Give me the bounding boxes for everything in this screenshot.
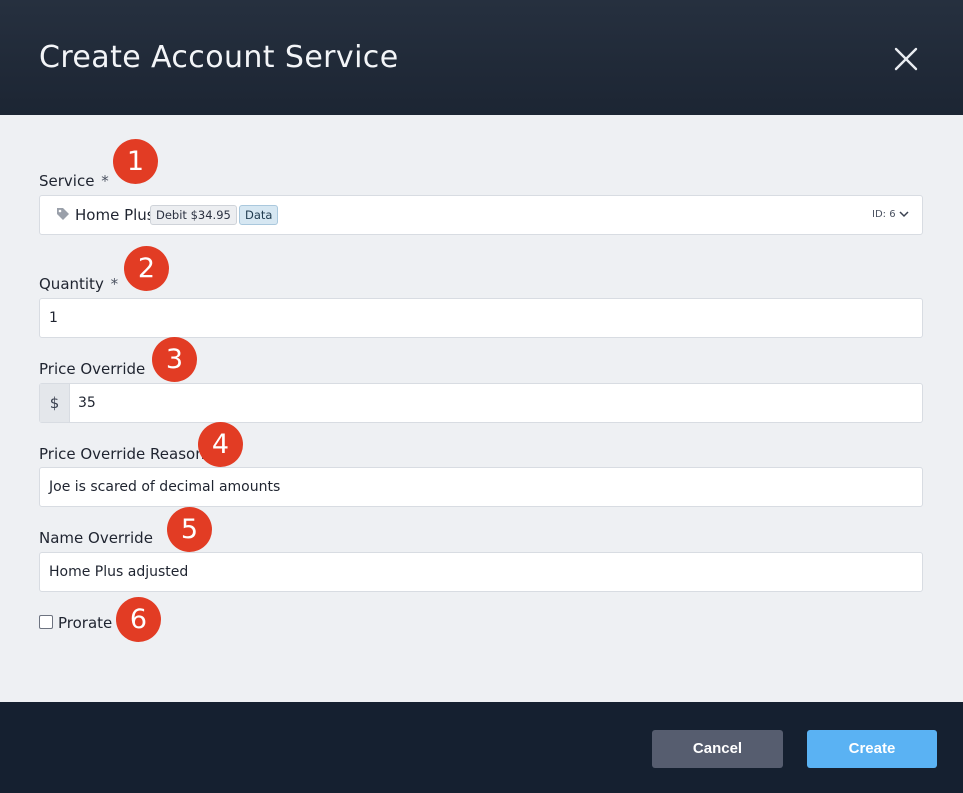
service-select[interactable]: Home Plus Debit $34.95 Data ID: 6 [39, 195, 923, 235]
currency-prefix: $ [40, 384, 70, 422]
close-button[interactable] [888, 41, 924, 77]
quantity-required-mark: * [110, 275, 119, 293]
name-override-input[interactable]: Home Plus adjusted [39, 552, 923, 592]
annotation-marker-3: 3 [152, 337, 197, 382]
prorate-checkbox[interactable] [39, 615, 53, 629]
quantity-value: 1 [49, 310, 58, 326]
price-override-input[interactable]: $ 35 [39, 383, 923, 423]
annotation-marker-5: 5 [167, 507, 212, 552]
price-override-reason-input[interactable]: Joe is scared of decimal amounts [39, 467, 923, 507]
chevron-down-icon[interactable] [899, 209, 909, 219]
cancel-button[interactable]: Cancel [652, 730, 783, 768]
service-id: ID: 6 [872, 209, 896, 220]
annotation-marker-1: 1 [113, 139, 158, 184]
service-name: Home Plus [75, 206, 155, 224]
debit-badge: Debit $34.95 [150, 205, 237, 225]
price-override-label: Price Override [39, 360, 146, 378]
price-override-value: 35 [78, 395, 96, 411]
dialog-title: Create Account Service [39, 40, 399, 75]
service-type-badge: Data [239, 205, 279, 225]
close-icon [894, 47, 918, 71]
dialog-footer: Cancel Create [0, 702, 963, 793]
quantity-input[interactable]: 1 [39, 298, 923, 338]
name-override-label: Name Override [39, 529, 153, 547]
dialog-header: Create Account Service [0, 0, 963, 115]
service-label-text: Service [39, 172, 95, 190]
prorate-label: Prorate [58, 614, 113, 632]
annotation-marker-4: 4 [198, 422, 243, 467]
annotation-marker-2: 2 [124, 246, 169, 291]
create-button[interactable]: Create [807, 730, 937, 768]
service-required-mark: * [101, 172, 109, 190]
annotation-marker-6: 6 [116, 597, 161, 642]
quantity-label: Quantity * [39, 275, 118, 293]
quantity-label-text: Quantity [39, 275, 104, 293]
service-label: Service * [39, 172, 109, 190]
price-override-reason-label: Price Override Reason [39, 445, 205, 463]
name-override-value: Home Plus adjusted [49, 564, 189, 580]
price-override-reason-value: Joe is scared of decimal amounts [49, 479, 281, 495]
tag-icon [57, 208, 69, 220]
